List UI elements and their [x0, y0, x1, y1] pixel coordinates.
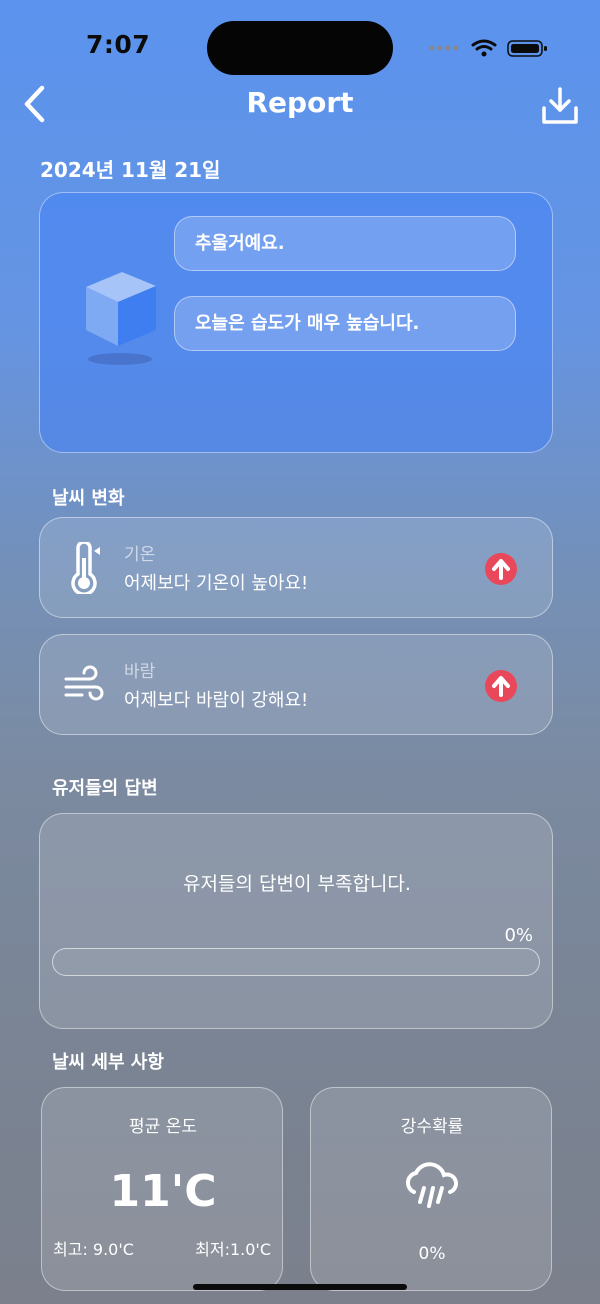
temperature-change-card[interactable]: 기온 어제보다 기온이 높아요! [39, 517, 553, 618]
avg-temp-title: 평균 온도 [129, 1117, 197, 1137]
avg-temp-value: 11'C [109, 1166, 217, 1217]
dynamic-island [207, 21, 393, 75]
arrow-up-circle-icon [485, 553, 517, 585]
arrow-up-circle-icon [485, 670, 517, 702]
wind-change-card[interactable]: 바람 어제보다 바람이 강해요! [39, 634, 553, 735]
status-time: 7:07 [86, 30, 151, 59]
cube-mascot-icon [86, 272, 156, 365]
answers-message: 유저들의 답변이 부족합니다. [183, 873, 411, 895]
avg-temp-card: 평균 온도 11'C 최고: 9.0'C 최저:1.0'C [41, 1087, 283, 1291]
precip-card: 강수확률 0% [310, 1087, 552, 1291]
download-icon[interactable] [540, 86, 580, 126]
home-indicator[interactable] [193, 1284, 407, 1290]
section-heading: 날씨 변화 [52, 488, 125, 509]
min-temp: 최저:1.0'C [195, 1240, 271, 1259]
report-date: 2024년 11월 21일 [40, 158, 221, 182]
message-bubble: 추울거예요. [174, 216, 516, 271]
row-label: 바람 [124, 662, 156, 682]
wifi-icon [471, 39, 497, 51]
thermometer-icon [71, 542, 100, 594]
section-heading: 유저들의 답변 [52, 778, 158, 799]
signal-icon [429, 45, 459, 51]
precip-title: 강수확률 [400, 1117, 464, 1137]
row-text: 어제보다 기온이 높아요! [124, 573, 309, 594]
section-heading: 날씨 세부 사항 [52, 1052, 164, 1073]
max-temp: 최고: 9.0'C [53, 1240, 134, 1259]
user-answers-card: 유저들의 답변이 부족합니다. 0% [39, 813, 553, 1029]
answers-progress-bar [52, 948, 540, 976]
message-bubble: 오늘은 습도가 매우 높습니다. [174, 296, 516, 351]
row-label: 기온 [124, 545, 156, 565]
precip-value: 0% [418, 1244, 446, 1264]
wind-icon [64, 665, 104, 701]
status-icons [429, 39, 547, 57]
rain-cloud-icon [405, 1162, 458, 1208]
answers-percent: 0% [504, 925, 533, 946]
row-text: 어제보다 바람이 강해요! [124, 690, 309, 711]
page-title: Report [246, 86, 354, 119]
battery-icon [507, 40, 547, 57]
